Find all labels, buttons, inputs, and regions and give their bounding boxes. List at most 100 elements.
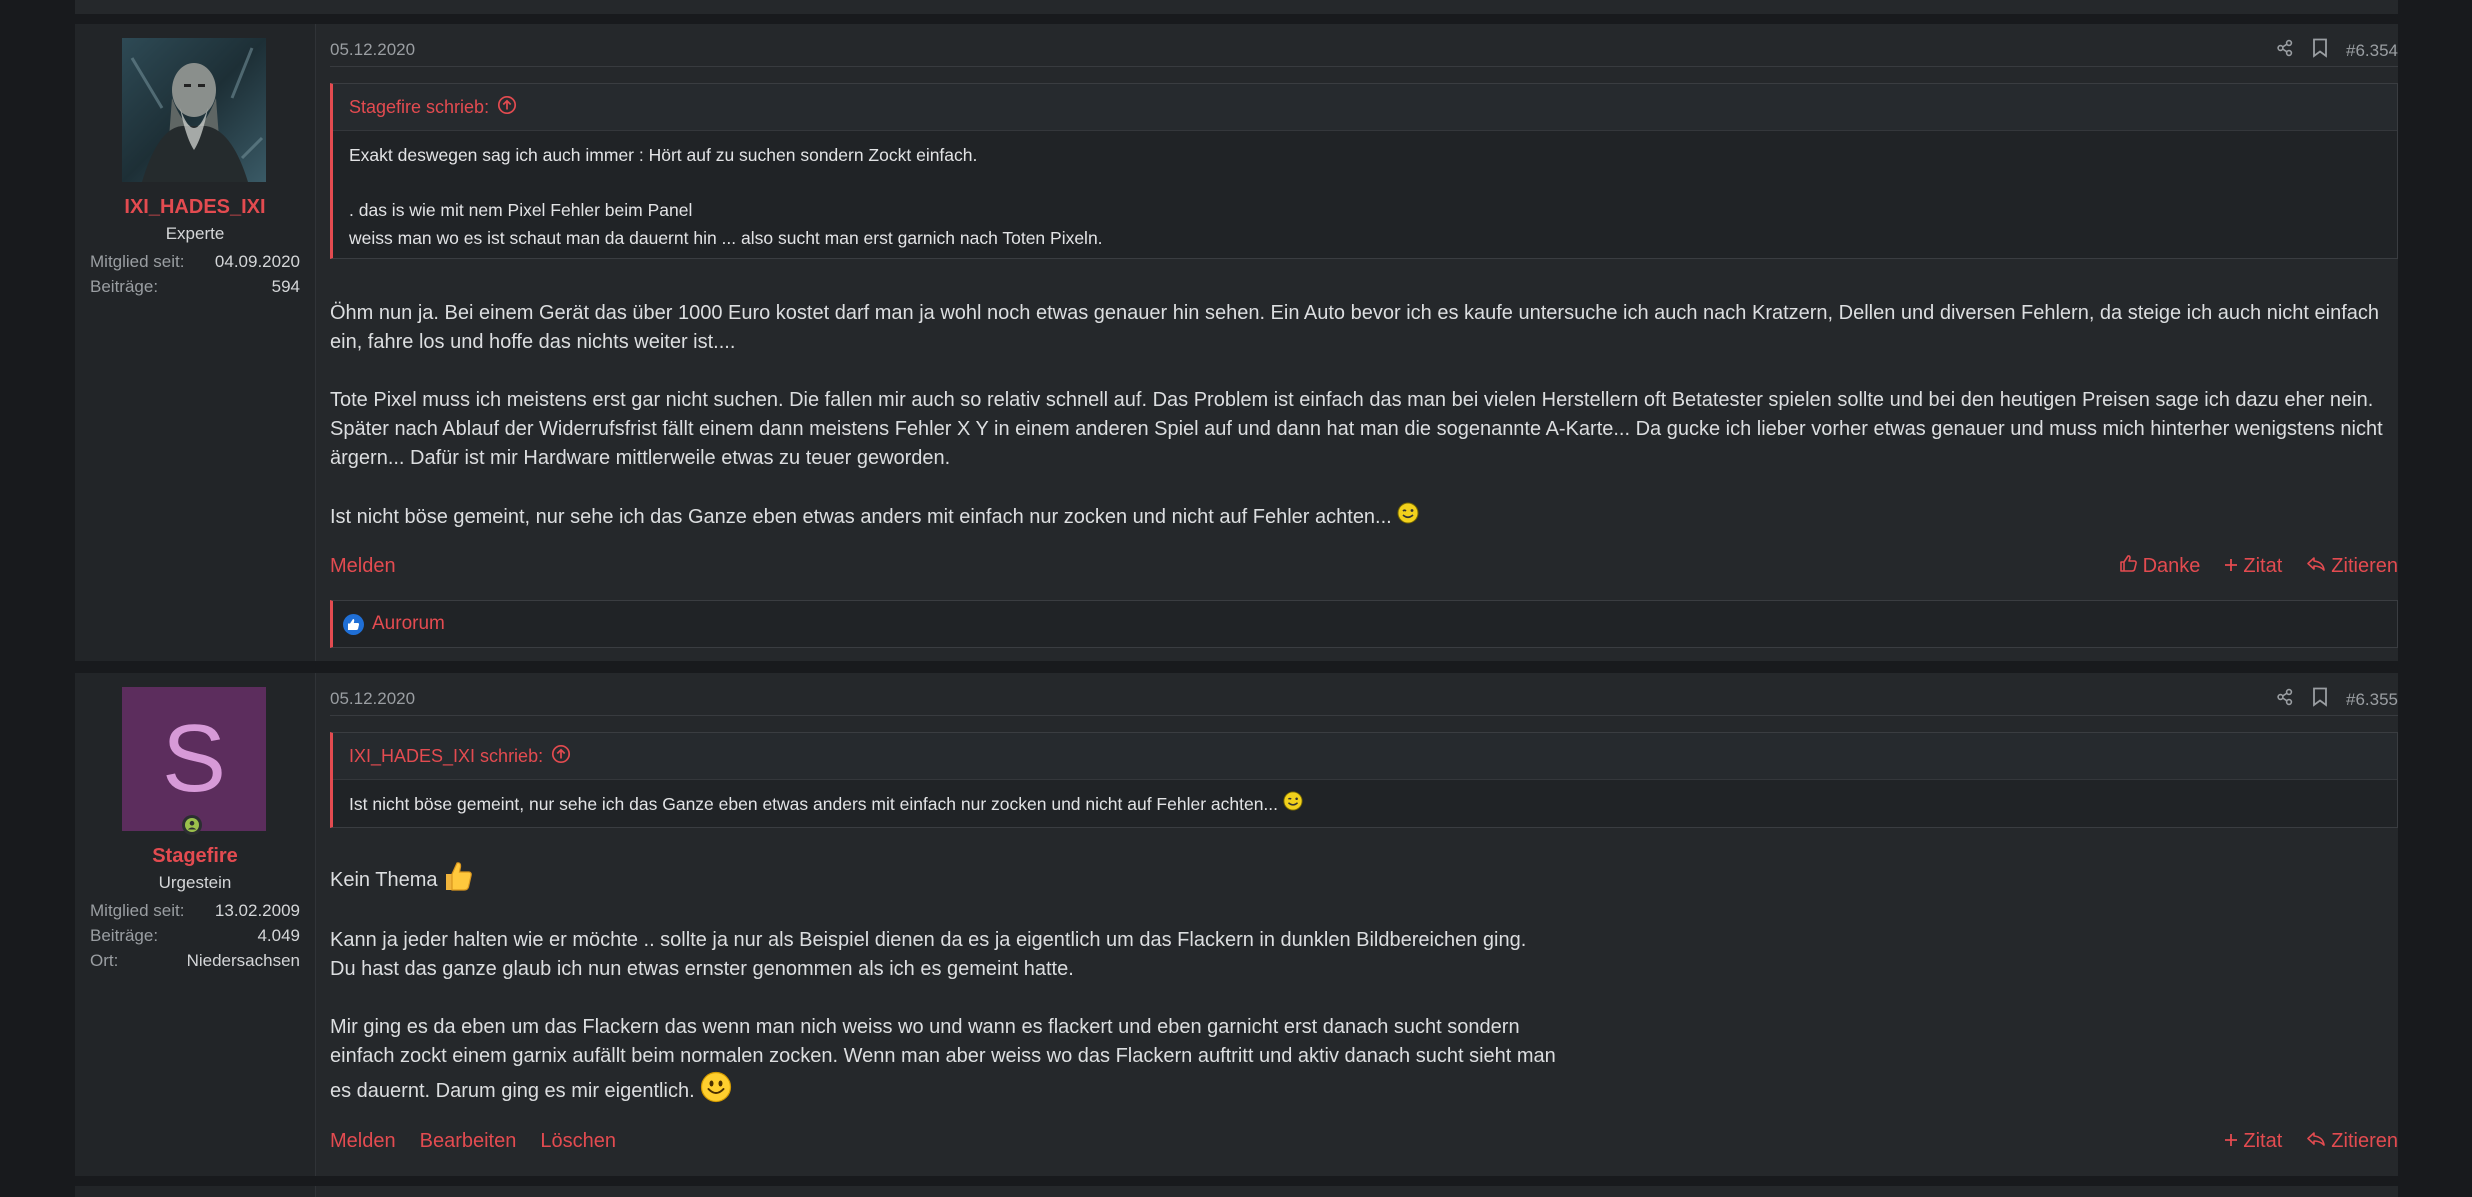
message-line: Du hast das ganze glaub ich nun etwas er…: [330, 958, 1074, 980]
stat-label: Mitglied seit:: [90, 901, 185, 920]
wink-smiley-icon: [1397, 502, 1419, 533]
quote-author[interactable]: Stagefire schrieb:: [349, 97, 489, 118]
reply-icon: [2306, 1130, 2326, 1153]
quote-header[interactable]: Stagefire schrieb:: [333, 84, 2397, 131]
message-text: Ist nicht böse gemeint, nur sehe ich das…: [330, 505, 1392, 528]
avatar[interactable]: S: [122, 687, 266, 831]
post-message: Kein Thema Kann ja jeder halten wie er m…: [330, 860, 2398, 1112]
reply-button[interactable]: Zitieren: [2306, 1130, 2398, 1153]
avatar[interactable]: [122, 38, 266, 182]
quote-text: Ist nicht böse gemeint, nur sehe ich das…: [349, 794, 1279, 814]
stat-value: 594: [271, 277, 300, 296]
quote-line: Ist nicht böse gemeint, nur sehe ich das…: [349, 790, 2381, 819]
multi-quote-button[interactable]: Zitat: [2224, 1130, 2282, 1153]
post-author-sidebar: IXI_HADES_IXI Experte Mitglied seit: 04.…: [75, 24, 316, 661]
post-author-sidebar: S Stagefire Urgestein Mitglied seit: 13.…: [75, 673, 316, 1176]
post-main: 05.12.2020 #6.354 Stagefire schrieb: Exa…: [330, 24, 2398, 661]
thumbs-up-icon: [2119, 554, 2138, 579]
smile-emoji-icon: [700, 1071, 732, 1112]
share-icon[interactable]: [2276, 688, 2294, 711]
post-number[interactable]: #6.354: [2346, 41, 2398, 61]
stat-label: Ort:: [90, 951, 119, 970]
bookmark-icon[interactable]: [2312, 687, 2328, 712]
next-post-stub: [75, 1186, 2398, 1197]
post-message: Öhm nun ja. Bei einem Gerät das über 100…: [330, 299, 2398, 562]
message-paragraph: Kein Thema: [330, 860, 2398, 901]
delete-link[interactable]: Löschen: [540, 1130, 616, 1153]
post-actions: Melden Bearbeiten Löschen Zitat Zitieren: [330, 1130, 2398, 1153]
quote-block: IXI_HADES_IXI schrieb: Ist nicht böse ge…: [330, 732, 2398, 828]
report-link[interactable]: Melden: [330, 1130, 396, 1153]
message-paragraph: Tote Pixel muss ich meistens erst gar ni…: [330, 389, 2383, 469]
wink-smiley-icon: [1283, 791, 1303, 819]
next-post-sidebar-stub: [75, 1186, 316, 1197]
thread-column: IXI_HADES_IXI Experte Mitglied seit: 04.…: [75, 0, 2398, 1197]
message-line: es dauernt. Darum ging es mir eigentlich…: [330, 1071, 2398, 1112]
share-icon[interactable]: [2276, 39, 2294, 62]
arrow-up-circle-icon[interactable]: [551, 744, 571, 769]
header-divider: [330, 66, 2398, 67]
reply-icon: [2306, 555, 2326, 578]
post-date[interactable]: 05.12.2020: [330, 40, 415, 60]
plus-icon: [2224, 555, 2238, 578]
author-title: Urgestein: [158, 873, 232, 892]
stat-label: Beiträge:: [90, 277, 159, 296]
post-header-actions: #6.354: [2276, 38, 2398, 63]
post-header-actions: #6.355: [2276, 687, 2398, 712]
author-name[interactable]: Stagefire: [75, 845, 315, 868]
post-main: 05.12.2020 #6.355 IXI_HADES_IXI schrieb:: [330, 673, 2398, 1176]
reaction-user-link[interactable]: Aurorum: [372, 613, 445, 635]
thumbs-up-icon: [343, 613, 364, 635]
previous-post-stub: [75, 0, 2398, 14]
stat-value: Niedersachsen: [186, 951, 300, 970]
quote-line: weiss man wo es ist schaut man da dauern…: [349, 228, 1103, 248]
author-name[interactable]: IXI_HADES_IXI: [75, 196, 315, 219]
quote-author[interactable]: IXI_HADES_IXI schrieb:: [349, 746, 543, 767]
author-stat-location: Ort: Niedersachsen: [90, 951, 300, 971]
post-number[interactable]: #6.355: [2346, 690, 2398, 710]
thumbs-up-emoji-icon: [443, 860, 473, 901]
thanks-label: Danke: [2142, 555, 2201, 577]
author-stat-joined: Mitglied seit: 13.02.2009: [90, 901, 300, 921]
message-text: Kein Thema: [330, 868, 438, 891]
multi-quote-button[interactable]: Zitat: [2224, 555, 2282, 578]
edit-link[interactable]: Bearbeiten: [420, 1130, 517, 1153]
post: IXI_HADES_IXI Experte Mitglied seit: 04.…: [75, 24, 2398, 661]
multi-quote-label: Zitat: [2243, 1130, 2283, 1152]
message-line: Mir ging es da eben um das Flackern das …: [330, 1016, 1520, 1038]
plus-icon: [2224, 1130, 2238, 1153]
quote-body: Exakt deswegen sag ich auch immer : Hört…: [333, 131, 2397, 258]
message-line: einfach zockt einem garnix aufällt beim …: [330, 1045, 1556, 1067]
quote-header[interactable]: IXI_HADES_IXI schrieb:: [333, 733, 2397, 780]
quote-block: Stagefire schrieb: Exakt deswegen sag ic…: [330, 83, 2398, 259]
arrow-up-circle-icon[interactable]: [497, 95, 517, 120]
reply-label: Zitieren: [2331, 555, 2398, 577]
author-title: Experte: [165, 224, 225, 243]
quote-line: Exakt deswegen sag ich auch immer : Hört…: [349, 145, 978, 165]
quote-spacer: [349, 169, 2381, 196]
reply-button[interactable]: Zitieren: [2306, 555, 2398, 578]
quote-line: . das is wie mit nem Pixel Fehler beim P…: [349, 200, 693, 220]
stat-value: 4.049: [257, 926, 300, 945]
thanks-button[interactable]: Danke: [2119, 554, 2201, 579]
message-text: es dauernt. Darum ging es mir eigentlich…: [330, 1079, 695, 1102]
post: S Stagefire Urgestein Mitglied seit: 13.…: [75, 673, 2398, 1176]
post-date[interactable]: 05.12.2020: [330, 689, 415, 709]
message-paragraph: Öhm nun ja. Bei einem Gerät das über 100…: [330, 302, 2380, 353]
post-actions: Melden Danke Zitat Zitieren: [330, 554, 2398, 579]
message-paragraph: Ist nicht böse gemeint, nur sehe ich das…: [330, 502, 2398, 533]
message-line: Kann ja jeder halten wie er möchte .. so…: [330, 929, 1527, 951]
reply-label: Zitieren: [2331, 1130, 2398, 1152]
report-link[interactable]: Melden: [330, 555, 396, 578]
bookmark-icon[interactable]: [2312, 38, 2328, 63]
multi-quote-label: Zitat: [2243, 555, 2283, 577]
author-stat-joined: Mitglied seit: 04.09.2020: [90, 252, 300, 272]
author-stat-posts: Beiträge: 4.049: [90, 926, 300, 946]
avatar-letter: S: [161, 705, 227, 812]
reactions-bar: Aurorum: [330, 600, 2398, 648]
stat-value: 04.09.2020: [214, 252, 300, 271]
stat-value: 13.02.2009: [214, 901, 300, 920]
author-stat-posts: Beiträge: 594: [90, 277, 300, 297]
header-divider: [330, 715, 2398, 716]
